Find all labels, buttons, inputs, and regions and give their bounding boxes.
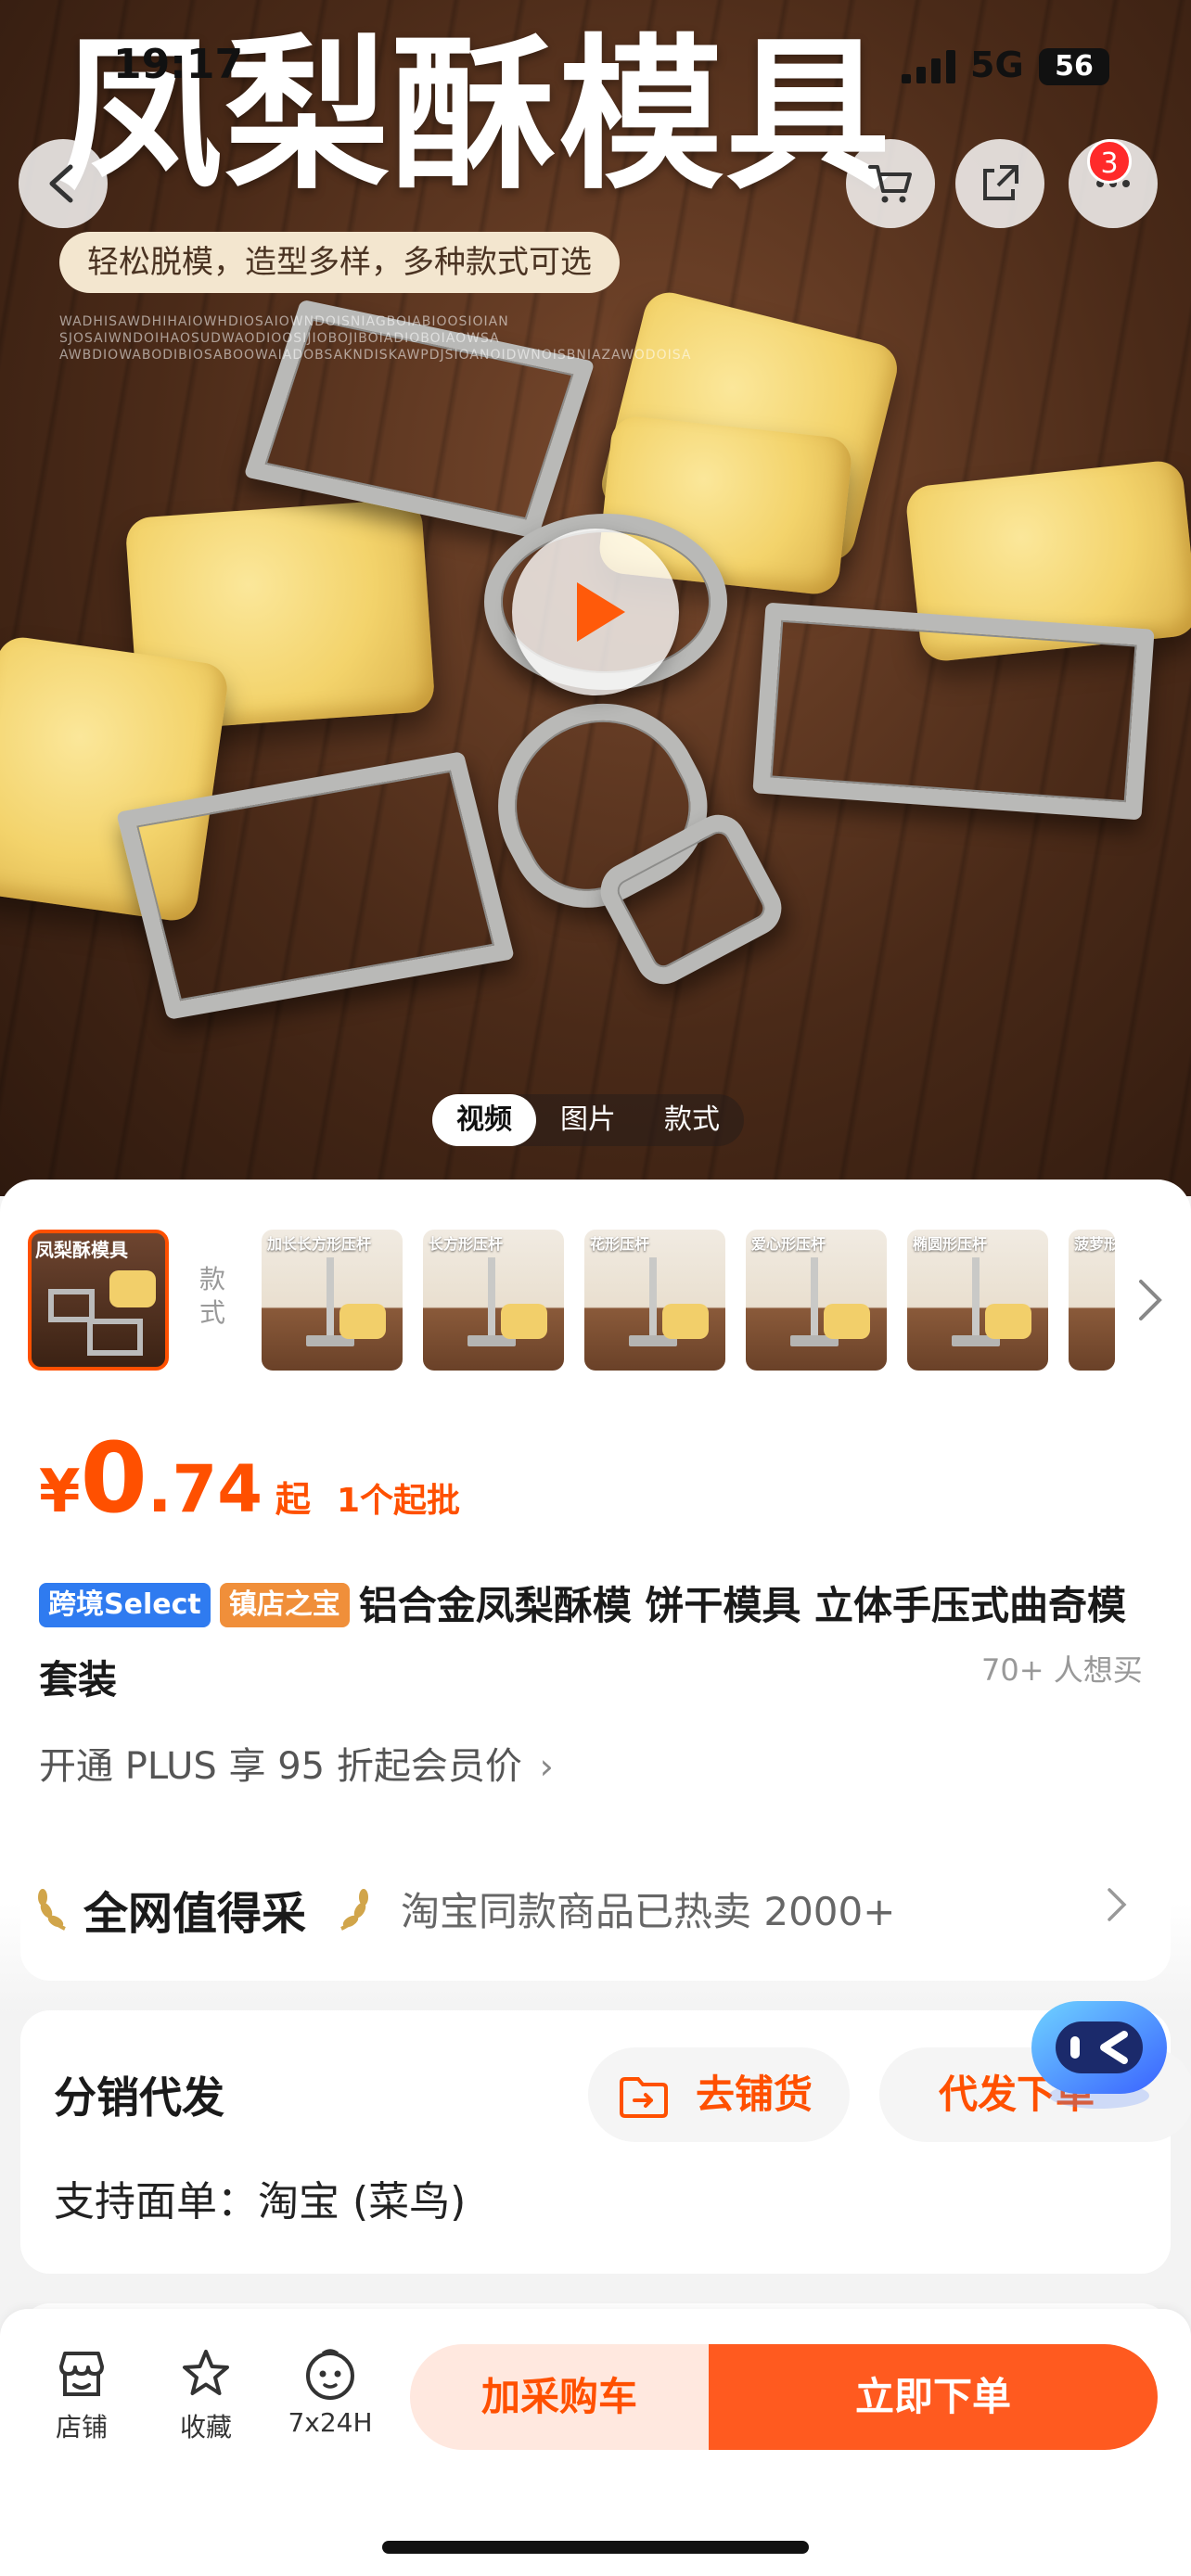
distribution-title: 分销代发 [54, 2072, 224, 2123]
press-stick [488, 1257, 495, 1341]
press-stick [649, 1257, 657, 1341]
thumbnail-style[interactable]: 加长长方形压杆 [262, 1230, 403, 1371]
thumbnail-label: 爱心形压杆 [751, 1235, 826, 1253]
thumbnail-style[interactable]: 爱心形压杆 [746, 1230, 887, 1371]
folder-arrow-icon [620, 2077, 668, 2118]
shop-label: 店铺 [55, 2412, 108, 2442]
favorite-button[interactable]: 收藏 [150, 2346, 262, 2444]
play-video-button[interactable] [512, 529, 679, 695]
price-row: ¥ 0 .74 起 1个起批 [39, 1430, 460, 1527]
price-integer: 0 [80, 1422, 147, 1535]
tab-styles[interactable]: 款式 [640, 1094, 744, 1146]
plus-membership-link[interactable]: 开通 PLUS 享 95 折起会员价 › [39, 1736, 554, 1790]
distribution-card: 分销代发 去铺货 代发下单 支持面单：淘宝 (菜鸟) [20, 2010, 1191, 2274]
stock-button[interactable]: 去铺货 [588, 2047, 850, 2142]
price-suffix: 起 [275, 1479, 311, 1520]
tab-video[interactable]: 视频 [432, 1094, 536, 1146]
select-tag: 跨境Select [39, 1583, 211, 1627]
cookie [339, 1304, 386, 1339]
shop-icon [59, 2352, 104, 2396]
star-icon [183, 2350, 229, 2395]
service-bot-icon [306, 2349, 354, 2400]
bottom-action-bar: 店铺 收藏 7x24H 加采购车 立即下单 [0, 2309, 1191, 2576]
press-stick [811, 1257, 818, 1341]
min-order: 1个起批 [336, 1482, 460, 1520]
press-stick [327, 1257, 334, 1341]
recommend-desc: 淘宝同款商品已热卖 2000+ [401, 1889, 896, 1934]
chevron-right-icon[interactable] [1133, 1276, 1167, 1324]
thumbnail-label: 花形压杆 [590, 1235, 650, 1253]
laurel-right-icon [340, 1889, 368, 1931]
cart-icon [868, 165, 912, 203]
battery-icon: 56 [1039, 48, 1109, 85]
customer-service-button[interactable]: 7x24H [275, 2346, 386, 2438]
cookie [985, 1304, 1031, 1339]
rectangle-mold [752, 602, 1155, 821]
service-label: 7x24H [288, 2407, 373, 2438]
cookie [662, 1304, 709, 1339]
price-currency: ¥ [39, 1458, 81, 1526]
recommend-title: 全网值得采 [83, 1888, 307, 1940]
thumbnail-style[interactable]: 菠萝形 [1069, 1230, 1115, 1371]
buy-now-button[interactable]: 立即下单 [709, 2344, 1158, 2450]
thumbnail-label: 凤梨酥模具 [35, 1239, 128, 1261]
thumbnail-label: 椭圆形压杆 [913, 1235, 988, 1253]
network-type: 5G [970, 45, 1024, 85]
want-count: 70+ 人想买 [981, 1652, 1143, 1688]
thumbnail-style[interactable]: 长方形压杆 [423, 1230, 564, 1371]
status-time: 19:17 [113, 41, 244, 88]
back-button[interactable] [19, 139, 108, 228]
share-icon [983, 165, 1018, 200]
product-detail-sheet: 凤梨酥模具 款式 加长长方形压杆 长方形压杆 花形压杆 爱心形压杆 椭圆形压杆 … [0, 1180, 1191, 2359]
laurel-left-icon [38, 1889, 66, 1931]
thumbnail-label: 长方形压杆 [429, 1235, 504, 1253]
thumbnail-style[interactable]: 椭圆形压杆 [907, 1230, 1048, 1371]
cookie [824, 1304, 870, 1339]
product-title: 跨境Select 镇店之宝 铝合金凤梨酥模 饼干模具 立体手压式曲奇模套装 [39, 1569, 1152, 1717]
hero-subtitle: 轻松脱模，造型多样，多种款式可选 [59, 232, 620, 293]
status-bar: 19:17 5G 56 [0, 0, 1191, 130]
play-icon [577, 582, 625, 642]
signal-icon [902, 50, 955, 83]
back-arrow-icon [49, 164, 73, 203]
styles-vertical-label: 款式 [198, 1264, 225, 1328]
home-indicator [382, 2541, 809, 2554]
assistant-bot-button[interactable] [1028, 1997, 1171, 2120]
recommend-card[interactable]: 全网值得采 淘宝同款商品已热卖 2000+ [20, 1829, 1171, 1981]
shop-button[interactable]: 店铺 [26, 2346, 137, 2444]
thumbnail-selected[interactable]: 凤梨酥模具 [28, 1230, 169, 1371]
tab-images[interactable]: 图片 [536, 1094, 640, 1146]
assistant-bot-icon [1031, 2001, 1167, 2109]
cart-button[interactable] [846, 139, 935, 228]
favorite-label: 收藏 [179, 2412, 232, 2442]
chevron-right-icon [1108, 1888, 1127, 1921]
style-thumbnail-strip: 凤梨酥模具 款式 加长长方形压杆 长方形压杆 花形压杆 爱心形压杆 椭圆形压杆 … [0, 1230, 1191, 1378]
treasure-tag: 镇店之宝 [219, 1583, 350, 1627]
cookie [501, 1304, 547, 1339]
press-stick [972, 1257, 980, 1341]
waybill-support: 支持面单：淘宝 (菜鸟) [54, 2178, 467, 2225]
price-decimal: .74 [147, 1451, 263, 1527]
stock-button-label: 去铺货 [696, 2072, 813, 2117]
hero-fine-print: WADHISAWDHIHAIOWHDIOSAIOWNDOISNIAGBOIABI… [59, 314, 692, 363]
chevron-right-icon: › [539, 1746, 554, 1787]
thumbnail-label: 菠萝形 [1074, 1235, 1115, 1253]
notification-badge: 3 [1087, 139, 1132, 184]
media-tabs: 视频 图片 款式 [432, 1094, 744, 1146]
add-to-cart-button[interactable]: 加采购车 [410, 2344, 709, 2450]
thumbnail-style[interactable]: 花形压杆 [584, 1230, 725, 1371]
thumbnail-label: 加长长方形压杆 [267, 1235, 372, 1253]
plus-text: 开通 PLUS 享 95 折起会员价 [39, 1745, 522, 1788]
share-button[interactable] [955, 139, 1044, 228]
